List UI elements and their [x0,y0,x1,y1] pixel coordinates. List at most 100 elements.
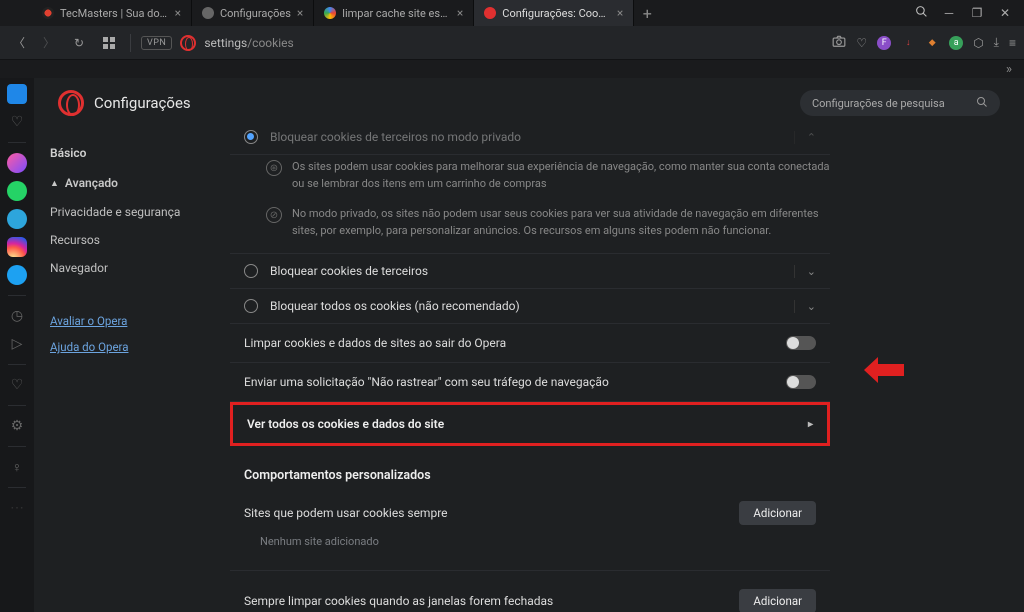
divider [230,570,830,571]
link-view-all-cookies[interactable]: Ver todos os cookies e dados do site ▸ [230,402,830,446]
tab-title: TecMasters | Sua dose diár… [60,7,169,20]
toolbar-overflow: » [0,60,1024,78]
vpn-badge[interactable]: VPN [141,36,172,50]
divider [8,487,26,488]
desc-text: No modo privado, os sites não podem usar… [292,206,830,239]
link-label: Ver todos os cookies e dados do site [247,417,444,431]
rail-telegram-icon[interactable] [7,209,27,229]
sidebar-item-basic[interactable]: Básico [50,138,194,168]
search-placeholder: Configurações de pesquisa [812,97,968,110]
heart-icon[interactable]: ♡ [856,36,867,50]
download-icon[interactable]: ⤓ [994,35,999,50]
radio-icon[interactable] [244,130,258,144]
block-icon: ⊘ [266,207,282,223]
rail-heart-icon[interactable]: ♡ [7,112,27,132]
reload-button[interactable]: ↻ [68,32,90,54]
chevron-down-icon[interactable]: ⌄ [794,300,816,313]
sidebar-label: Avançado [65,176,118,190]
option-label: Bloquear cookies de terceiros no modo pr… [270,130,521,144]
section-header-behaviors: Comportamentos personalizados [230,446,830,489]
speed-dial-button[interactable] [98,32,120,54]
forward-button[interactable]: 〉 [38,32,60,54]
settings-search[interactable]: Configurações de pesquisa [800,90,1000,116]
chevron-up-icon[interactable]: ⌃ [794,131,816,144]
divider [8,142,26,143]
extension-icon[interactable]: ◆ [925,36,939,50]
profile-icon[interactable]: F [877,36,891,50]
cookie-icon: ⊛ [266,160,282,176]
row-label: Sites que podem usar cookies sempre [244,506,448,520]
tab-1[interactable]: TecMasters | Sua dose diár… × [32,0,192,26]
rail-history-icon[interactable]: ◷ [7,306,27,326]
minimize-icon[interactable]: ─ [942,6,956,20]
snapshot-icon[interactable] [832,35,846,50]
opera-logo-icon [58,90,84,116]
rail-heart2-icon[interactable]: ♡ [7,375,27,395]
sidebar-link-rate[interactable]: Avaliar o Opera [50,308,194,334]
tab-title: limpar cache site específic… [342,7,451,20]
toggle-switch[interactable] [786,375,816,389]
sidebar-item-advanced[interactable]: ▲ Avançado [50,168,194,198]
favicon-icon [324,7,336,19]
titlebar: TecMasters | Sua dose diár… × Configuraç… [0,0,1024,26]
close-icon[interactable]: × [457,6,463,20]
url-display[interactable]: settings/cookies [204,36,293,50]
sidebar-item-privacy[interactable]: Privacidade e segurança [50,198,194,226]
tab-3[interactable]: limpar cache site específic… × [314,0,474,26]
toggle-switch[interactable] [786,336,816,350]
rail-twitter-icon[interactable] [7,265,27,285]
favicon-icon [202,7,214,19]
overflow-icon[interactable]: » [1006,62,1012,77]
option-label: Bloquear cookies de terceiros [270,264,428,278]
rail-gear-icon[interactable]: ⚙ [7,416,27,436]
row-label: Sempre limpar cookies quando as janelas … [244,594,553,608]
option-description: ⊘ No modo privado, os sites não podem us… [230,202,830,254]
sidebar-item-browser[interactable]: Navegador [50,254,194,282]
back-button[interactable]: 〈 [8,32,30,54]
close-icon[interactable]: × [617,6,623,20]
add-button[interactable]: Adicionar [739,589,816,612]
toggle-dnt[interactable]: Enviar uma solicitação "Não rastrear" co… [230,363,830,402]
rail-home-icon[interactable] [7,84,27,104]
rail-whatsapp-icon[interactable] [7,181,27,201]
downloads-icon[interactable]: ↓ [901,36,915,50]
option-description: ⊛ Os sites podem usar cookies para melho… [230,155,830,202]
radio-icon[interactable] [244,264,258,278]
extension-icon-2[interactable]: a [949,36,963,50]
chevron-right-icon: ▸ [808,419,813,430]
cube-icon[interactable]: ⬡ [973,36,983,50]
rail-messenger-icon[interactable] [7,153,27,173]
toggle-clear-on-exit[interactable]: Limpar cookies e dados de sites ao sair … [230,324,830,363]
tab-title: Configurações: Cookies e o… [502,7,611,20]
divider [8,364,26,365]
left-rail: ♡ ◷ ▷ ♡ ⚙ ♀ ⋯ [0,78,34,612]
sidebar-item-resources[interactable]: Recursos [50,226,194,254]
maximize-icon[interactable]: ❐ [970,6,984,20]
rail-instagram-icon[interactable] [7,237,27,257]
page-title: Configurações [94,94,191,112]
window-controls: ─ ❐ ✕ [902,0,1024,26]
settings-page: Configurações Configurações de pesquisa … [34,78,1024,612]
sidebar-link-help[interactable]: Ajuda do Opera [50,334,194,360]
divider [8,405,26,406]
search-icon[interactable] [914,5,928,21]
close-window-icon[interactable]: ✕ [998,6,1012,20]
tab-4-active[interactable]: Configurações: Cookies e o… × [474,0,634,26]
empty-state: Nenhum site adicionado [230,529,830,564]
settings-sidebar: Básico ▲ Avançado Privacidade e seguranç… [34,126,210,612]
option-block-all[interactable]: Bloquear todos os cookies (não recomenda… [230,289,830,324]
url-path: /cookies [247,36,293,50]
easy-setup-icon[interactable]: ≡ [1009,36,1016,50]
tab-2[interactable]: Configurações × [192,0,314,26]
option-block-third-private[interactable]: Bloquear cookies de terceiros no modo pr… [230,126,830,155]
close-icon[interactable]: × [297,6,303,20]
rail-bulb-icon[interactable]: ♀ [7,457,27,477]
rail-more-icon[interactable]: ⋯ [7,498,27,518]
new-tab-button[interactable]: + [634,0,660,26]
add-button[interactable]: Adicionar [739,501,816,525]
radio-icon[interactable] [244,299,258,313]
rail-play-icon[interactable]: ▷ [7,334,27,354]
close-icon[interactable]: × [175,6,181,20]
chevron-down-icon[interactable]: ⌄ [794,265,816,278]
option-block-third[interactable]: Bloquear cookies de terceiros ⌄ [230,254,830,289]
